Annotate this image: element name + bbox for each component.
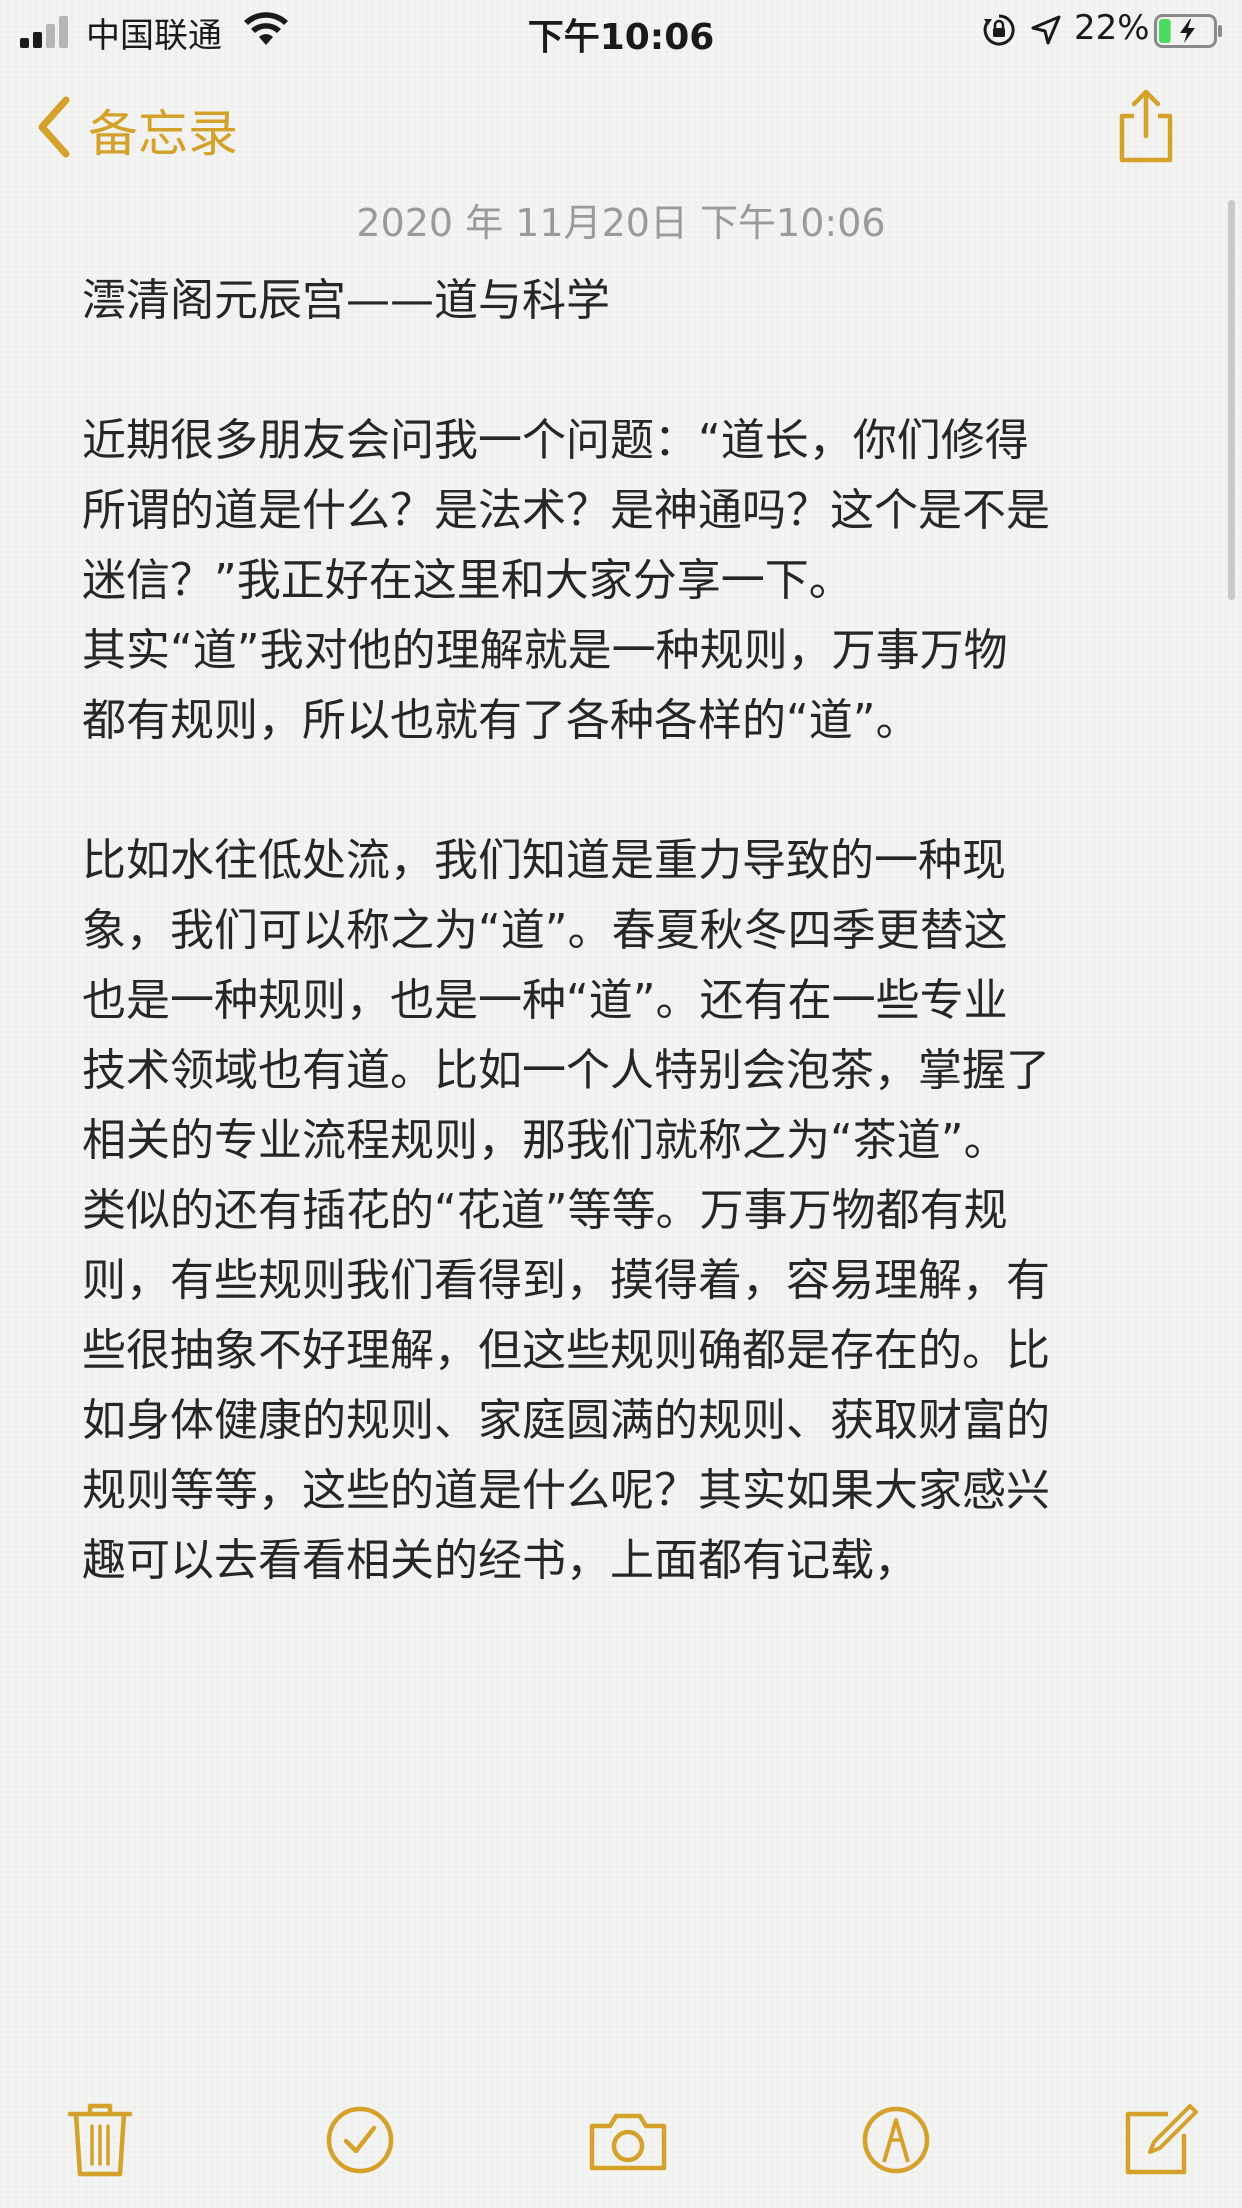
note-date: 2020 年 11月20日 下午10:06	[356, 201, 886, 245]
note-line: 类似的还有插花的“花道”等等。万事万物都有规	[82, 1185, 1008, 1236]
note-line: 其实“道”我对他的理解就是一种规则，万事万物	[82, 625, 1008, 676]
orientation-lock-icon	[983, 14, 1015, 46]
chevron-left-icon[interactable]	[34, 94, 74, 160]
trash-icon[interactable]	[64, 2100, 136, 2180]
note-line: 所谓的道是什么？是法术？是神通吗？这个是不是	[82, 485, 1050, 536]
camera-icon[interactable]	[586, 2100, 670, 2180]
note-line: 近期很多朋友会问我一个问题：“道长，你们修得	[82, 415, 1029, 466]
status-bar: 中国联通 下午10:06 22%	[0, 0, 1242, 62]
markup-icon[interactable]	[860, 2100, 932, 2180]
note-line: 规则等等，这些的道是什么呢？其实如果大家感兴	[82, 1465, 1050, 1516]
note-line: 如身体健康的规则、家庭圆满的规则、获取财富的	[82, 1395, 1050, 1446]
battery-percent: 22%	[1074, 8, 1150, 48]
note-line: 则，有些规则我们看得到，摸得着，容易理解，有	[82, 1255, 1050, 1306]
note-title: 澐清阁元辰宫——道与科学	[82, 275, 610, 326]
note-line: 比如水往低处流，我们知道是重力导致的一种现	[82, 835, 1006, 886]
note-line: 些很抽象不好理解，但这些规则确都是存在的。比	[82, 1325, 1050, 1376]
bottom-toolbar	[0, 2100, 1242, 2180]
checklist-icon[interactable]	[324, 2100, 396, 2180]
battery-charging-icon	[1154, 14, 1222, 48]
scrollbar[interactable]	[1228, 200, 1235, 600]
share-icon[interactable]	[1114, 88, 1178, 164]
note-line: 趣可以去看看相关的经书，上面都有记载，	[82, 1535, 918, 1586]
location-icon	[1031, 15, 1061, 45]
note-line: 相关的专业流程规则，那我们就称之为“茶道”。	[82, 1115, 1008, 1166]
note-line: 迷信？”我正好在这里和大家分享一下。	[82, 555, 853, 606]
compose-icon[interactable]	[1120, 2100, 1200, 2180]
back-button[interactable]: 备忘录	[88, 94, 238, 166]
note-line: 象，我们可以称之为“道”。春夏秋冬四季更替这	[82, 905, 1008, 956]
note-body[interactable]: 澐清阁元辰宫——道与科学 近期很多朋友会问我一个问题：“道长，你们修得 所谓的道…	[82, 266, 1192, 1596]
note-line: 都有规则，所以也就有了各种各样的“道”。	[82, 695, 920, 746]
note-line: 技术领域也有道。比如一个人特别会泡茶，掌握了	[82, 1045, 1050, 1096]
note-line: 也是一种规则，也是一种“道”。还有在一些专业	[82, 975, 1008, 1026]
